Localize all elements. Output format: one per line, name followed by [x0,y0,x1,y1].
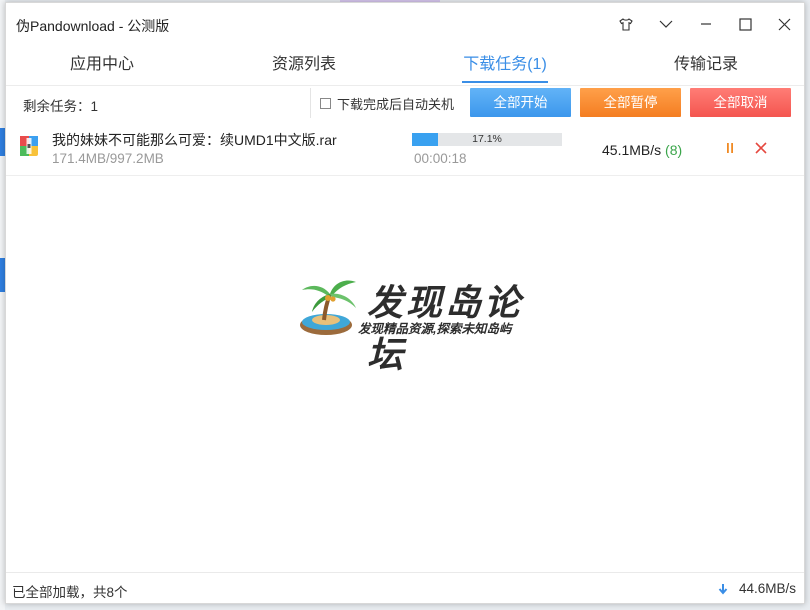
remaining-tasks: 剩余任务：1 [23,99,99,114]
tab-label: 下载任务(1) [463,56,547,73]
tshirt-icon [619,17,633,31]
total-speed-value: 44.6MB/s [738,581,796,596]
cancel-all-button[interactable]: 全部取消 [690,88,791,117]
close-button[interactable] [769,11,799,37]
auto-shutdown-label: 下载完成后自动关机 [337,97,455,112]
progress-percent: 17.1% [472,133,502,145]
toolbar: 剩余任务：1 下载完成后自动关机 全部开始 全部暂停 全部取消 [6,85,804,120]
minimize-button[interactable] [691,11,721,37]
download-row[interactable]: 我的妹妹不可能那么可爱：续UMD1中文版.rar 171.4MB/997.2MB… [6,121,804,176]
tab-app-center[interactable]: 应用中心 [52,43,152,85]
tab-transfer-records[interactable]: 传输记录 [656,43,756,85]
archive-file-icon [20,136,38,156]
total-speed: 44.6MB/s [717,581,796,596]
chevron-down-icon [659,20,673,28]
progress-bar: 17.1% [412,133,562,146]
skin-button[interactable] [611,11,641,37]
elapsed-time: 00:00:18 [414,151,467,166]
tab-label: 传输记录 [673,56,738,73]
download-speed: 45.1MB/s (8) [602,142,682,158]
tab-bar: 应用中心 资源列表 下载任务(1) 传输记录 [6,43,804,85]
status-bar: 已全部加载，共8个 44.6MB/s [6,572,804,603]
maximize-icon [738,17,752,31]
close-icon [755,142,767,154]
maximize-button[interactable] [730,11,760,37]
pause-button[interactable] [721,139,739,157]
pause-all-button[interactable]: 全部暂停 [580,88,681,117]
close-icon [778,18,790,30]
speed-value: 45.1MB/s [602,142,662,158]
tab-label: 应用中心 [69,56,134,73]
watermark-subtitle: 发现精品资源,探索未知岛屿 [358,322,512,336]
cancel-download-button[interactable] [752,139,770,157]
palm-island-logo [300,280,356,335]
start-all-button[interactable]: 全部开始 [470,88,571,117]
minimize-icon [701,23,711,25]
app-window: 伪Pandownload - 公测版 应用中心 资源列表 下载任务(1) 传输记… [5,2,805,604]
tab-resource-list[interactable]: 资源列表 [254,43,354,85]
tab-label: 资源列表 [271,56,336,73]
window-title: 伪Pandownload - 公测版 [16,18,170,34]
download-arrow-icon [718,583,728,595]
auto-shutdown-checkbox[interactable] [320,98,331,109]
load-status: 已全部加载，共8个 [12,585,128,600]
active-tab-indicator [462,81,548,83]
connection-count: (8) [665,142,683,158]
file-name: 我的妹妹不可能那么可爱：续UMD1中文版.rar [52,132,337,148]
pause-icon [727,143,733,153]
watermark: 发现岛论坛 发现精品资源,探索未知岛屿 [294,270,534,375]
title-bar: 伪Pandownload - 公测版 [6,3,804,43]
tab-download-tasks[interactable]: 下载任务(1) [455,43,555,85]
file-size: 171.4MB/997.2MB [52,151,164,166]
menu-button[interactable] [651,11,681,37]
auto-shutdown-toggle[interactable]: 下载完成后自动关机 [320,94,454,113]
